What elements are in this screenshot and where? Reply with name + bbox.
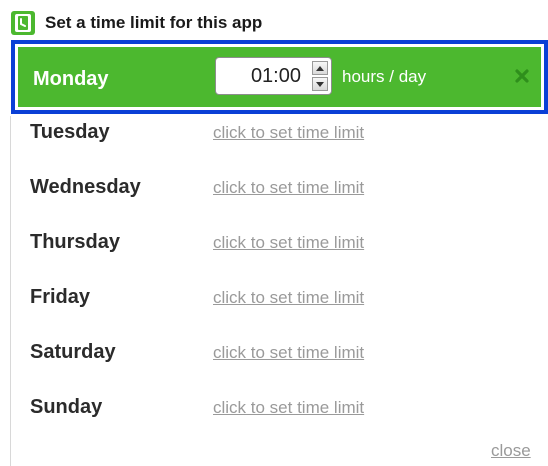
panel-header: Set a time limit for this app xyxy=(10,8,262,38)
time-limit-input[interactable] xyxy=(216,58,309,94)
day-name-monday: Monday xyxy=(33,68,109,90)
day-row-wednesday: Wednesday click to set time limit xyxy=(30,172,540,202)
day-name: Thursday xyxy=(30,231,121,253)
increment-button[interactable] xyxy=(312,61,328,75)
set-time-limit-link[interactable]: click to set time limit xyxy=(213,233,364,253)
arrow-down-icon xyxy=(316,81,324,87)
selected-row-fill: Monday hours / day xyxy=(18,47,541,107)
set-time-limit-link[interactable]: click to set time limit xyxy=(213,123,364,143)
set-time-limit-link[interactable]: click to set time limit xyxy=(213,343,364,363)
day-row-thursday: Thursday click to set time limit xyxy=(30,227,540,257)
day-row-friday: Friday click to set time limit xyxy=(30,282,540,312)
time-limit-stepper[interactable] xyxy=(215,57,332,95)
day-row-sunday: Sunday click to set time limit xyxy=(30,392,540,422)
clock-icon xyxy=(11,11,35,35)
time-unit-label: hours / day xyxy=(342,67,427,86)
set-time-limit-link[interactable]: click to set time limit xyxy=(213,288,364,308)
day-row-saturday: Saturday click to set time limit xyxy=(30,337,540,367)
panel-title: Set a time limit for this app xyxy=(45,13,263,32)
day-name: Wednesday xyxy=(30,176,141,198)
decrement-button[interactable] xyxy=(312,77,328,91)
day-name: Friday xyxy=(30,286,91,308)
close-link[interactable]: close xyxy=(491,441,531,461)
arrow-up-icon xyxy=(316,65,324,71)
set-time-limit-link[interactable]: click to set time limit xyxy=(213,178,364,198)
close-x-icon[interactable] xyxy=(512,66,532,86)
time-limit-panel: Set a time limit for this app Monday hou… xyxy=(0,0,548,466)
set-time-limit-link[interactable]: click to set time limit xyxy=(213,398,364,418)
day-name: Sunday xyxy=(30,396,103,418)
day-row-monday-selected[interactable]: Monday hours / day xyxy=(11,40,548,114)
day-name: Saturday xyxy=(30,341,116,363)
panel-left-border xyxy=(10,116,11,466)
day-row-tuesday: Tuesday click to set time limit xyxy=(30,117,540,147)
day-name: Tuesday xyxy=(30,121,110,143)
time-spinner[interactable] xyxy=(312,61,328,91)
